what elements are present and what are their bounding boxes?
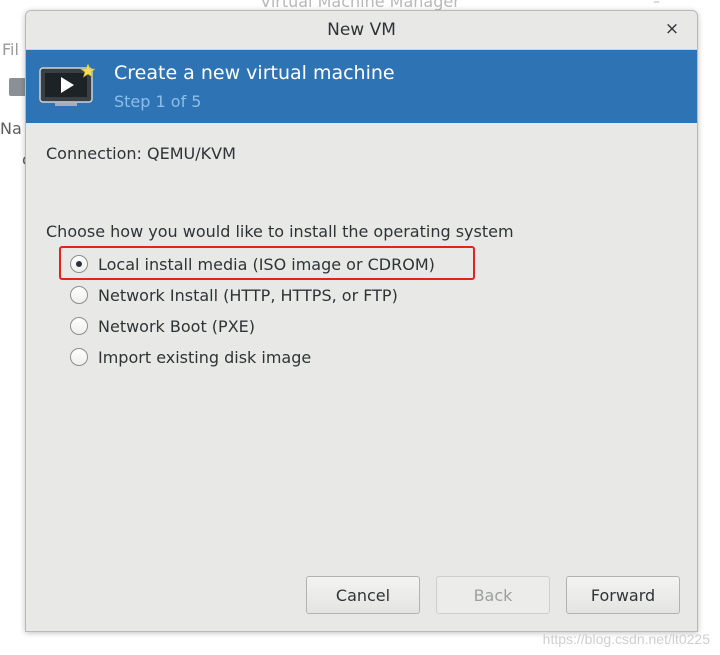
connection-value: QEMU/KVM	[147, 144, 236, 163]
wizard-banner: Create a new virtual machine Step 1 of 5	[26, 50, 697, 123]
radio-button[interactable]	[70, 317, 88, 335]
virtual-machine-new-icon	[39, 64, 95, 106]
radio-button[interactable]	[70, 348, 88, 366]
option-network-boot[interactable]: Network Boot (PXE)	[70, 314, 255, 338]
option-label: Import existing disk image	[98, 347, 312, 367]
option-label: Local install media (ISO image or CDROM)	[98, 254, 435, 274]
radio-button[interactable]	[70, 286, 88, 304]
dialog-titlebar[interactable]: New VM ×	[26, 11, 697, 50]
cancel-button[interactable]: Cancel	[306, 576, 420, 614]
option-local-install-media[interactable]: Local install media (ISO image or CDROM)	[70, 252, 435, 276]
wizard-step-indicator: Step 1 of 5	[114, 92, 202, 111]
dialog-title: New VM	[327, 20, 396, 40]
background-column-name: Na	[0, 119, 22, 138]
install-method-prompt: Choose how you would like to install the…	[46, 222, 514, 241]
option-network-install[interactable]: Network Install (HTTP, HTTPS, or FTP)	[70, 283, 398, 307]
wizard-content: Connection: QEMU/KVM Choose how you woul…	[26, 124, 697, 631]
background-minimize-icon: –	[653, 0, 660, 10]
watermark-text: https://blog.csdn.net/lt0225	[542, 631, 710, 647]
connection-row: Connection: QEMU/KVM	[46, 144, 236, 163]
option-label: Network Install (HTTP, HTTPS, or FTP)	[98, 285, 398, 305]
background-toolbar-icon	[9, 78, 26, 96]
background-menu-file: Fil	[2, 40, 19, 59]
back-button[interactable]: Back	[436, 576, 550, 614]
wizard-heading: Create a new virtual machine	[114, 62, 395, 84]
new-vm-dialog: New VM × Create a new virtual machine St…	[25, 10, 698, 632]
option-label: Network Boot (PXE)	[98, 316, 256, 336]
close-icon[interactable]: ×	[663, 20, 681, 38]
option-import-disk-image[interactable]: Import existing disk image	[70, 345, 311, 369]
forward-button[interactable]: Forward	[566, 576, 680, 614]
connection-label: Connection:	[46, 144, 142, 163]
radio-button-selected[interactable]	[70, 255, 88, 273]
